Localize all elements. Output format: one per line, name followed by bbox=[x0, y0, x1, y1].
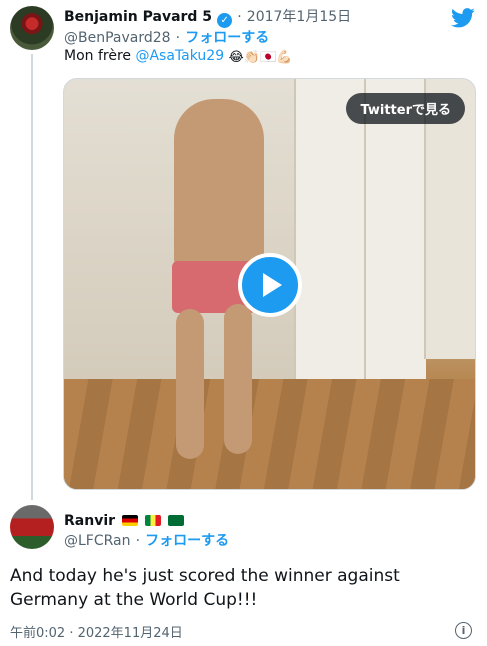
tweet1-text: Mon frère @AsaTaku29 😂👏🏻🇯🇵💪🏻 bbox=[64, 48, 292, 65]
tweet-timestamp[interactable]: 午前0:02 · 2022年11月24日 bbox=[10, 622, 183, 641]
wardrobe-door bbox=[294, 79, 366, 399]
author-handle[interactable]: @LFCRan bbox=[64, 533, 131, 549]
twitter-bird-icon[interactable] bbox=[451, 8, 475, 28]
video-media[interactable]: Twitterで見る bbox=[63, 78, 476, 490]
watch-on-twitter-button[interactable]: Twitterで見る bbox=[346, 93, 465, 124]
tweet-text: Mon frère bbox=[64, 48, 132, 64]
person-leg bbox=[176, 309, 204, 459]
thread-connector-line bbox=[31, 54, 33, 500]
senegal-flag-icon bbox=[145, 515, 162, 526]
tweet2-header: Ranvir bbox=[64, 510, 185, 529]
mention-link[interactable]: @AsaTaku29 bbox=[135, 48, 224, 64]
separator: · bbox=[237, 9, 242, 25]
follow-button[interactable]: フォローする bbox=[145, 533, 229, 549]
verified-badge-icon: ✓ bbox=[217, 13, 233, 28]
emoji-sequence: 😂👏🏻🇯🇵💪🏻 bbox=[228, 50, 293, 65]
separator: · bbox=[175, 30, 181, 46]
tweet2-handle-row: @LFCRan · フォローする bbox=[64, 530, 229, 550]
author-handle[interactable]: @BenPavard28 bbox=[64, 30, 171, 46]
follow-button[interactable]: フォローする bbox=[185, 30, 269, 46]
separator: · bbox=[135, 533, 141, 549]
info-icon[interactable]: i bbox=[455, 622, 472, 639]
play-button[interactable] bbox=[238, 253, 302, 317]
avatar-benjamin-pavard[interactable] bbox=[10, 6, 54, 50]
tweet1-handle-row: @BenPavard28 · フォローする bbox=[64, 27, 269, 47]
play-icon bbox=[263, 273, 282, 297]
person-leg bbox=[224, 304, 252, 454]
germany-flag-icon bbox=[122, 515, 139, 526]
wardrobe-door bbox=[364, 79, 426, 379]
avatar-ranvir[interactable] bbox=[10, 505, 54, 549]
tweet-date[interactable]: 2017年1月15日 bbox=[247, 9, 351, 25]
author-name[interactable]: Benjamin Pavard 5 bbox=[64, 9, 212, 25]
author-name[interactable]: Ranvir bbox=[64, 513, 115, 529]
tweet-text: And today he's just scored the winner ag… bbox=[10, 566, 400, 610]
wooden-floor bbox=[64, 379, 475, 489]
saudi-arabia-flag-icon bbox=[168, 515, 185, 526]
tweet1-header: Benjamin Pavard 5 ✓ · 2017年1月15日 bbox=[64, 6, 351, 28]
